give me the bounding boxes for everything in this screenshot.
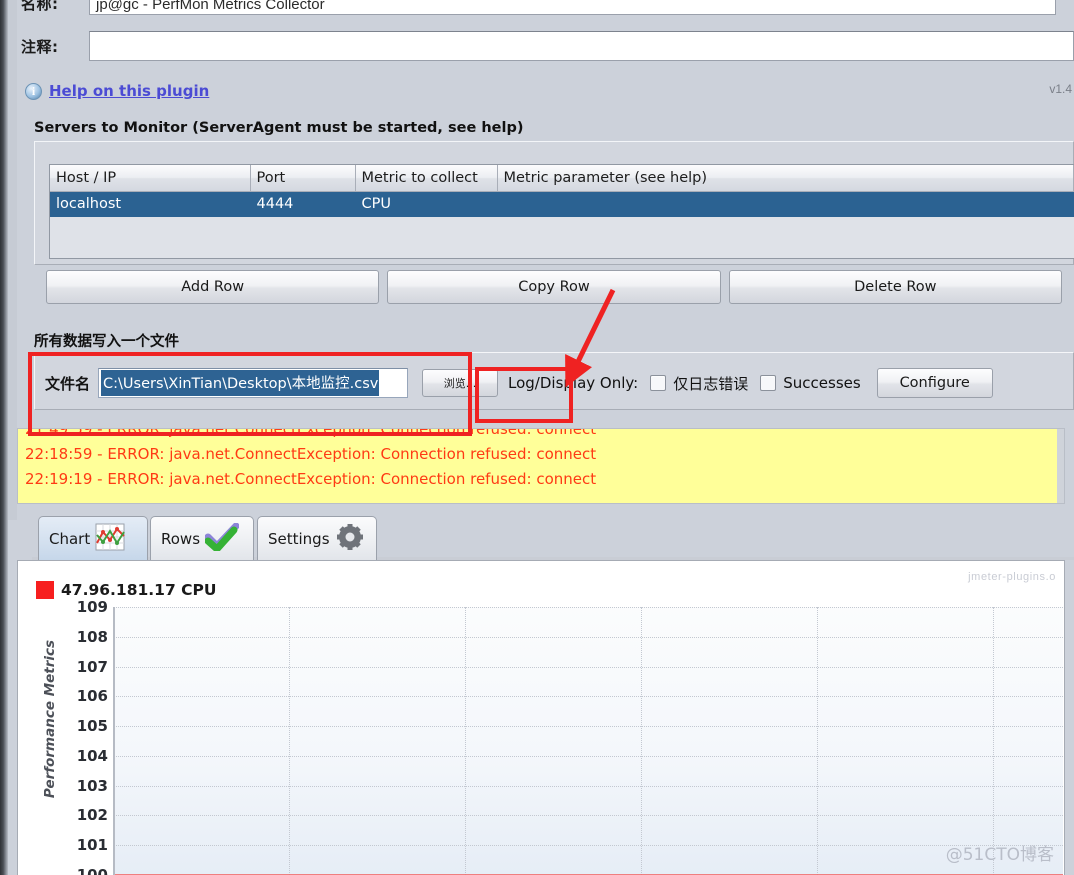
log-display-only-label: Log/Display Only: [508,374,639,392]
successes-checkbox[interactable] [760,375,777,391]
comment-label: 注释: [21,37,59,56]
chart-gridline-horizontal [113,815,1063,817]
chart-y-axis [113,607,115,875]
file-section-title: 所有数据写入一个文件 [34,334,179,350]
chart-y-tick-label: 106 [76,687,108,706]
chart-gridline-horizontal [113,726,1063,728]
corner-watermark: @51CTO博客 [945,845,1054,865]
chart-y-tick-label: 109 [76,598,108,616]
chart-gridline-vertical [641,607,642,875]
configure-button[interactable]: Configure [876,368,993,398]
chart-gridline-vertical [465,607,466,875]
filename-input[interactable]: C:\Users\XinTian\Desktop\本地监控.csv [98,368,409,398]
filename-input-value: C:\Users\XinTian\Desktop\本地监控.csv [101,370,380,396]
add-row-button[interactable]: Add Row [46,270,380,304]
errors-only-checkbox[interactable] [650,375,667,391]
error-log-scrollbar[interactable] [1057,429,1064,503]
legend-label: 47.96.181.17 CPU [61,581,217,599]
error-log-line: 22:19:19 - ERROR: java.net.ConnectExcept… [25,470,597,488]
column-header-metric[interactable]: Metric to collect [355,165,498,192]
chart-gridline-horizontal [113,636,1063,638]
copy-row-button[interactable]: Copy Row [387,270,721,304]
version-label: v1.4 [1049,82,1072,96]
successes-label: Successes [783,374,861,392]
name-label: 名称: [21,0,59,13]
window-left-gutter [8,0,17,520]
file-row: 文件名 C:\Users\XinTian\Desktop\本地监控.csv 浏览… [45,367,1071,399]
legend-color-swatch [36,581,54,599]
chart-gridline-vertical [817,607,818,875]
column-header-port[interactable]: Port [250,165,356,192]
chart-gridline-horizontal [113,785,1063,787]
chart-gridline-horizontal [113,607,1063,608]
comment-row: 注释: [17,30,1074,62]
chart-gridline-vertical [993,607,994,875]
servers-panel: Host / IP Port Metric to collect Metric … [34,141,1074,265]
help-row: i Help on this plugin [25,76,1074,106]
cell-port[interactable]: 4444 [250,191,355,217]
column-header-parameter[interactable]: Metric parameter (see help) [497,165,1074,192]
chart-y-tick-label: 102 [76,806,108,825]
filename-label: 文件名 [45,374,91,393]
chart-icon [95,523,126,555]
tab-rows-label: Rows [161,529,201,548]
servers-table: Host / IP Port Metric to collect Metric … [50,165,1074,243]
tab-chart-label: Chart [49,529,91,548]
tab-chart[interactable]: Chart [38,516,148,560]
help-on-this-plugin-link[interactable]: Help on this plugin [49,82,209,100]
chart-watermark: jmeter-plugins.o [968,571,1056,583]
chart-y-axis-label: Performance Metrics [42,639,58,799]
tab-settings-label: Settings [268,529,330,548]
name-input[interactable]: jp@gc - PerfMon Metrics Collector [89,0,1056,15]
chart-y-tick-label: 105 [76,717,108,736]
checkmark-icon [204,522,240,555]
error-log-line: 21:49:59 - ERROR: java.net.ConnectExcept… [25,428,597,438]
cell-metric[interactable]: CPU [355,191,497,217]
chart-y-tick-label: 103 [76,776,108,795]
element-header-panel: 名称: jp@gc - PerfMon Metrics Collector 注释… [17,0,1074,112]
chart-y-tick-label: 108 [76,627,108,646]
chart-plot-area [113,607,1063,875]
delete-row-button[interactable]: Delete Row [728,270,1062,304]
file-panel: 文件名 C:\Users\XinTian\Desktop\本地监控.csv 浏览… [34,352,1074,410]
window-left-edge [0,0,8,875]
browse-button[interactable]: 浏览... [422,369,499,397]
tab-rows[interactable]: Rows [150,516,254,560]
gear-icon [335,523,365,555]
tab-settings[interactable]: Settings [257,516,377,560]
servers-section-title: Servers to Monitor (ServerAgent must be … [34,120,524,136]
comment-input[interactable] [89,31,1074,61]
chart-y-tick-label: 104 [76,746,108,765]
row-buttons-group: Add Row Copy Row Delete Row [46,270,1062,304]
table-row-empty [50,217,1074,243]
chart-y-tick-label: 101 [76,836,108,855]
cell-host[interactable]: localhost [50,191,250,217]
errors-only-label: 仅日志错误 [673,374,749,393]
chart-gridline-horizontal [113,696,1063,698]
tab-bar: Chart Rows Settings [32,508,1074,560]
chart-gridline-horizontal [113,845,1063,847]
chart-gridline-vertical [289,607,290,875]
perfmon-collector-window: 名称: jp@gc - PerfMon Metrics Collector 注释… [0,0,1074,875]
error-log-line: 22:18:59 - ERROR: java.net.ConnectExcept… [25,445,597,463]
chart-y-tick-label: 100 [76,866,108,875]
cell-parameter[interactable] [497,191,1074,217]
chart-gridline-horizontal [113,755,1063,757]
chart-y-tick-label: 107 [76,657,108,676]
servers-table-wrap: Host / IP Port Metric to collect Metric … [49,164,1074,259]
chart-legend: 47.96.181.17 CPU [36,581,216,599]
info-icon: i [25,82,42,100]
table-row[interactable]: localhost 4444 CPU [50,191,1074,217]
name-row: 名称: jp@gc - PerfMon Metrics Collector [17,0,1074,16]
chart-gridline-horizontal [113,666,1063,668]
error-log-panel[interactable]: 21:49:59 - ERROR: java.net.ConnectExcept… [17,428,1065,504]
table-header-row: Host / IP Port Metric to collect Metric … [50,165,1074,192]
chart-panel: 47.96.181.17 CPU jmeter-plugins.o 109 108… [17,560,1065,875]
column-header-host[interactable]: Host / IP [50,165,251,192]
